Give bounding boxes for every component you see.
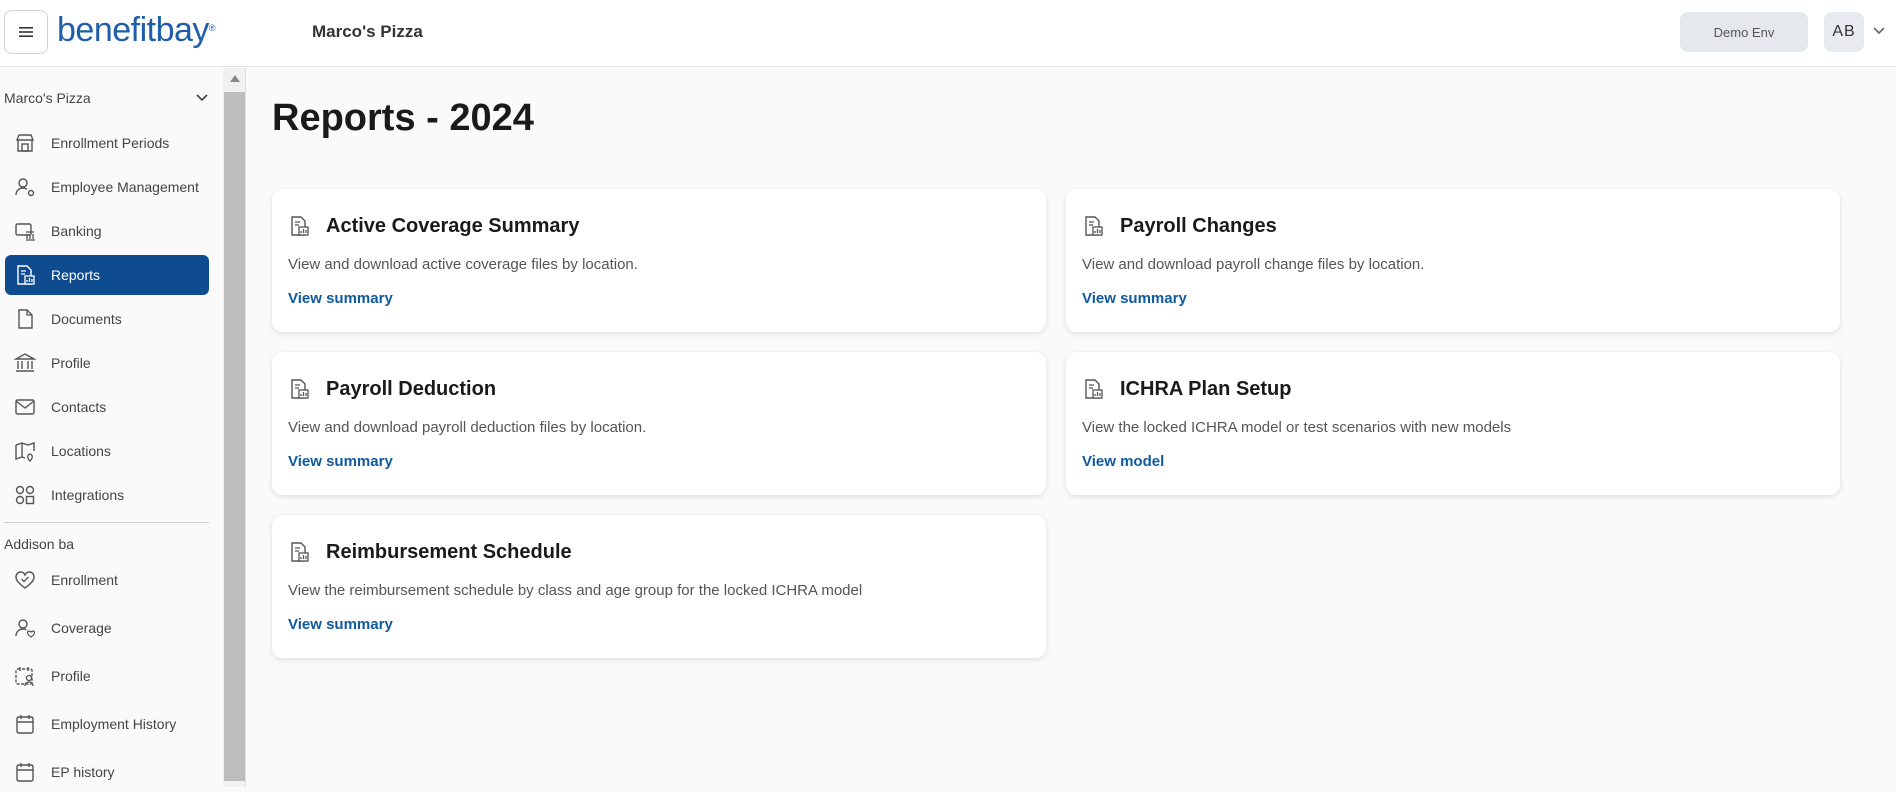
sidebar-item-label: Locations [51, 443, 111, 459]
card-description: View the reimbursement schedule by class… [288, 582, 863, 599]
triangle-up-icon [229, 74, 240, 82]
top-bar: benefitbay® Marco's Pizza Demo Env AB [0, 0, 1896, 67]
chevron-down-icon [196, 94, 208, 102]
calendar-icon [14, 761, 36, 783]
sidebar-item-enrollment[interactable]: Enrollment [5, 560, 209, 600]
logo-mark: ® [208, 23, 216, 33]
user-gear-icon [14, 176, 36, 198]
card-description: View and download payroll change files b… [1082, 256, 1425, 273]
card-description: View and download payroll deduction file… [288, 419, 647, 436]
calendar-icon [14, 713, 36, 735]
card-title: Payroll Changes [1120, 215, 1277, 237]
sidebar-item-label: Banking [51, 223, 102, 239]
sidebar-item-banking[interactable]: Banking [5, 211, 209, 251]
card-title: Active Coverage Summary [326, 215, 580, 237]
heart-icon [14, 569, 36, 591]
sidebar-item-label: Profile [51, 668, 91, 684]
card-description: View and download active coverage files … [288, 256, 638, 273]
sidebar-item-enrollment-periods[interactable]: Enrollment Periods [5, 123, 209, 163]
page-title: Reports - 2024 [272, 97, 534, 139]
user-heart-icon [14, 617, 36, 639]
report-card-payroll-changes: Payroll Changes View and download payrol… [1066, 189, 1840, 332]
view-summary-link[interactable]: View summary [288, 453, 393, 470]
mail-icon [14, 396, 36, 418]
building-icon [14, 352, 36, 374]
report-icon [14, 264, 36, 286]
sidebar-item-ep-history[interactable]: EP history [5, 752, 209, 792]
sidebar-item-profile[interactable]: Profile [5, 343, 209, 383]
report-icon [1085, 379, 1103, 399]
bank-card-icon [14, 220, 36, 242]
scroll-up-arrow[interactable] [223, 68, 246, 88]
hamburger-menu-button[interactable] [4, 10, 48, 54]
company-select-value: Marco's Pizza [4, 90, 91, 106]
sidebar-item-label: Coverage [51, 620, 112, 636]
employee-section-label: Addison ba [4, 536, 75, 552]
sidebar-item-contacts[interactable]: Contacts [5, 387, 209, 427]
calendar-user-icon [14, 665, 36, 687]
sidebar-item-label: Contacts [51, 399, 107, 415]
card-title: Payroll Deduction [326, 378, 497, 400]
sidebar-item-reports[interactable]: Reports [5, 255, 209, 295]
store-icon [14, 132, 36, 154]
report-icon [291, 216, 309, 236]
sidebar-item-integrations[interactable]: Integrations [5, 475, 209, 515]
sidebar-item-label: Enrollment [51, 572, 118, 588]
report-icon [291, 542, 309, 562]
report-icon [291, 379, 309, 399]
scrollbar-thumb[interactable] [224, 92, 245, 781]
company-select[interactable]: Marco's Pizza [4, 86, 212, 110]
report-card-reimbursement-schedule: Reimbursement Schedule View the reimburs… [272, 515, 1046, 658]
chevron-down-icon[interactable] [1872, 26, 1886, 36]
report-card-ichra-plan-setup: ICHRA Plan Setup View the locked ICHRA m… [1066, 352, 1840, 495]
sidebar-item-documents[interactable]: Documents [5, 299, 209, 339]
sidebar-item-employee-profile[interactable]: Profile [5, 656, 209, 696]
card-description: View the locked ICHRA model or test scen… [1082, 419, 1512, 436]
sidebar-item-label: Employment History [51, 716, 177, 732]
document-icon [14, 308, 36, 330]
integrations-icon [14, 484, 36, 506]
sidebar-divider [4, 522, 209, 523]
sidebar-item-label: Employee Management [51, 179, 199, 195]
company-title: Marco's Pizza [312, 22, 423, 41]
sidebar: Marco's Pizza Enrollment Periods Employe… [0, 68, 222, 787]
sidebar-item-employment-history[interactable]: Employment History [5, 704, 209, 744]
view-summary-link[interactable]: View summary [1082, 290, 1187, 307]
sidebar-item-employee-management[interactable]: Employee Management [5, 167, 209, 207]
hamburger-icon [19, 27, 33, 37]
sidebar-item-coverage[interactable]: Coverage [5, 608, 209, 648]
sidebar-item-label: Enrollment Periods [51, 135, 170, 151]
map-pin-icon [14, 440, 36, 462]
sidebar-item-label: Profile [51, 355, 91, 371]
view-summary-link[interactable]: View summary [288, 290, 393, 307]
sidebar-item-label: Reports [51, 267, 101, 283]
view-model-link[interactable]: View model [1082, 453, 1164, 470]
view-summary-link[interactable]: View summary [288, 616, 393, 633]
sidebar-item-locations[interactable]: Locations [5, 431, 209, 471]
environment-button[interactable]: Demo Env [1680, 12, 1808, 52]
sidebar-item-label: EP history [51, 764, 115, 780]
card-title: Reimbursement Schedule [326, 541, 572, 563]
report-card-payroll-deduction: Payroll Deduction View and download payr… [272, 352, 1046, 495]
sidebar-item-label: Documents [51, 311, 122, 327]
report-icon [1085, 216, 1103, 236]
sidebar-item-label: Integrations [51, 487, 125, 503]
report-card-active-coverage: Active Coverage Summary View and downloa… [272, 189, 1046, 332]
benefitbay-logo[interactable]: benefitbay® [57, 8, 216, 52]
logo-text: benefitbay [57, 11, 209, 49]
sidebar-scrollbar[interactable] [223, 68, 246, 787]
card-title: ICHRA Plan Setup [1120, 378, 1292, 400]
user-avatar-button[interactable]: AB [1824, 12, 1864, 52]
